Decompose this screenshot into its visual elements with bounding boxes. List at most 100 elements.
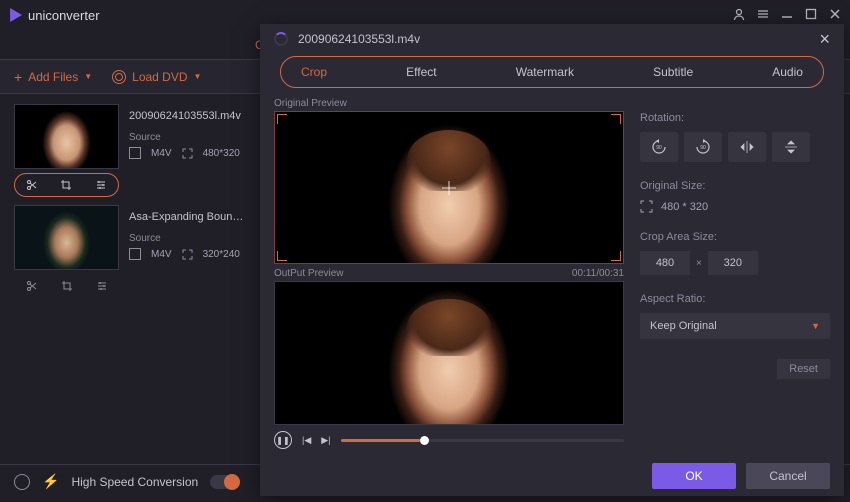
- tab-watermark[interactable]: Watermark: [516, 65, 574, 79]
- cancel-button[interactable]: Cancel: [746, 463, 830, 489]
- aspect-ratio-label: Aspect Ratio:: [640, 293, 830, 305]
- crop-handle-bl[interactable]: [277, 251, 287, 261]
- file-name: Asa-Expanding Boundaries.: [129, 211, 246, 223]
- tab-subtitle[interactable]: Subtitle: [653, 65, 693, 79]
- aspect-ratio-select[interactable]: Keep Original ▼: [640, 313, 830, 339]
- minimize-icon[interactable]: [780, 7, 794, 24]
- crop-width-input[interactable]: [640, 251, 690, 275]
- scissors-icon[interactable]: [26, 280, 38, 292]
- chevron-down-icon: ▼: [84, 72, 92, 81]
- prev-frame-button[interactable]: |◀: [302, 435, 311, 446]
- source-label: Source: [129, 132, 246, 143]
- svg-text:90: 90: [700, 145, 706, 151]
- crop-handle-br[interactable]: [611, 251, 621, 261]
- expand-icon: [640, 200, 653, 213]
- crop-icon[interactable]: [60, 179, 72, 191]
- user-icon[interactable]: [732, 7, 746, 24]
- bolt-icon: ⚡: [42, 473, 59, 490]
- seek-slider[interactable]: [341, 439, 624, 442]
- source-label: Source: [129, 233, 246, 244]
- crop-settings: Rotation: 90 90 Original Size: 480 * 320…: [640, 98, 830, 456]
- multiply-symbol: ×: [696, 258, 702, 269]
- disc-icon: [112, 70, 126, 84]
- scissors-icon[interactable]: [26, 179, 38, 191]
- window-controls: [732, 7, 842, 24]
- file-list: 20090624103553l.m4v Source M4V 480*320: [0, 94, 260, 464]
- close-icon[interactable]: ×: [819, 29, 830, 50]
- format-icon: [129, 248, 141, 260]
- chevron-down-icon: ▼: [194, 72, 202, 81]
- crop-height-input[interactable]: [708, 251, 758, 275]
- crop-handle-tr[interactable]: [611, 114, 621, 124]
- file-dimensions: 320*240: [203, 249, 240, 260]
- modal-filename: 20090624103553l.m4v: [298, 32, 819, 46]
- video-thumbnail[interactable]: [14, 205, 119, 270]
- next-frame-button[interactable]: ▶|: [321, 435, 330, 446]
- reset-button[interactable]: Reset: [777, 359, 830, 379]
- file-dimensions: 480*320: [203, 148, 240, 159]
- output-preview-label: OutPut Preview: [274, 268, 343, 279]
- original-size-value: 480 * 320: [661, 201, 708, 213]
- flip-vertical-button[interactable]: [772, 132, 810, 162]
- timecode: 00:11/00:31: [572, 268, 624, 279]
- file-format: M4V: [151, 249, 172, 260]
- file-name: 20090624103553l.m4v: [129, 110, 246, 122]
- original-size-label: Original Size:: [640, 180, 830, 192]
- high-speed-label: High Speed Conversion: [71, 475, 198, 489]
- edit-toolbar: [14, 274, 119, 298]
- pause-button[interactable]: ❚❚: [274, 431, 292, 449]
- ok-button[interactable]: OK: [652, 463, 736, 489]
- edit-tabs: Crop Effect Watermark Subtitle Audio: [280, 56, 824, 88]
- expand-icon: [182, 249, 193, 260]
- chevron-down-icon: ▼: [811, 321, 820, 331]
- original-preview[interactable]: [274, 111, 624, 264]
- tab-crop[interactable]: Crop: [301, 65, 327, 79]
- seek-fill: [341, 439, 420, 442]
- adjust-icon[interactable]: [95, 179, 107, 191]
- edit-modal: 20090624103553l.m4v × Crop Effect Waterm…: [260, 24, 844, 496]
- file-card[interactable]: Asa-Expanding Boundaries. Source M4V 320…: [14, 205, 246, 298]
- menu-icon[interactable]: [756, 7, 770, 24]
- tab-audio[interactable]: Audio: [772, 65, 803, 79]
- maximize-icon[interactable]: [804, 7, 818, 24]
- brand: uniconverter: [8, 8, 100, 23]
- expand-icon: [182, 148, 193, 159]
- modal-header: 20090624103553l.m4v ×: [260, 24, 844, 54]
- crop-handle-tl[interactable]: [277, 114, 287, 124]
- brand-icon: [8, 8, 22, 22]
- close-icon[interactable]: [828, 7, 842, 24]
- brand-text: uniconverter: [28, 8, 100, 23]
- aspect-ratio-value: Keep Original: [650, 320, 717, 332]
- video-frame-content: [275, 282, 623, 424]
- video-thumbnail[interactable]: [14, 104, 119, 169]
- tab-effect[interactable]: Effect: [406, 65, 436, 79]
- preview-column: Original Preview OutPut Preview 00:11/00…: [274, 98, 624, 456]
- modal-body: Original Preview OutPut Preview 00:11/00…: [260, 94, 844, 456]
- plus-icon: +: [14, 69, 22, 85]
- spinner-icon: [274, 32, 288, 46]
- adjust-icon[interactable]: [96, 280, 108, 292]
- high-speed-toggle[interactable]: [210, 475, 240, 489]
- output-preview: [274, 281, 624, 425]
- file-format: M4V: [151, 148, 172, 159]
- add-files-label: Add Files: [28, 70, 78, 84]
- rotate-right-button[interactable]: 90: [684, 132, 722, 162]
- add-files-button[interactable]: + Add Files ▼: [14, 69, 92, 85]
- seek-thumb[interactable]: [420, 436, 429, 445]
- clock-icon[interactable]: [14, 474, 30, 490]
- svg-text:90: 90: [656, 145, 662, 151]
- flip-horizontal-button[interactable]: [728, 132, 766, 162]
- original-preview-label: Original Preview: [274, 98, 347, 109]
- load-dvd-label: Load DVD: [132, 70, 187, 84]
- format-icon: [129, 147, 141, 159]
- crop-area-label: Crop Area Size:: [640, 231, 830, 243]
- crop-icon[interactable]: [61, 280, 73, 292]
- playback-controls: ❚❚ |◀ ▶|: [274, 425, 624, 455]
- rotate-left-button[interactable]: 90: [640, 132, 678, 162]
- modal-footer: OK Cancel: [260, 456, 844, 496]
- load-dvd-button[interactable]: Load DVD ▼: [112, 70, 201, 84]
- edit-toolbar: [14, 173, 119, 197]
- crop-center-handle[interactable]: [442, 181, 456, 195]
- rotation-label: Rotation:: [640, 112, 830, 124]
- file-card[interactable]: 20090624103553l.m4v Source M4V 480*320: [14, 104, 246, 197]
